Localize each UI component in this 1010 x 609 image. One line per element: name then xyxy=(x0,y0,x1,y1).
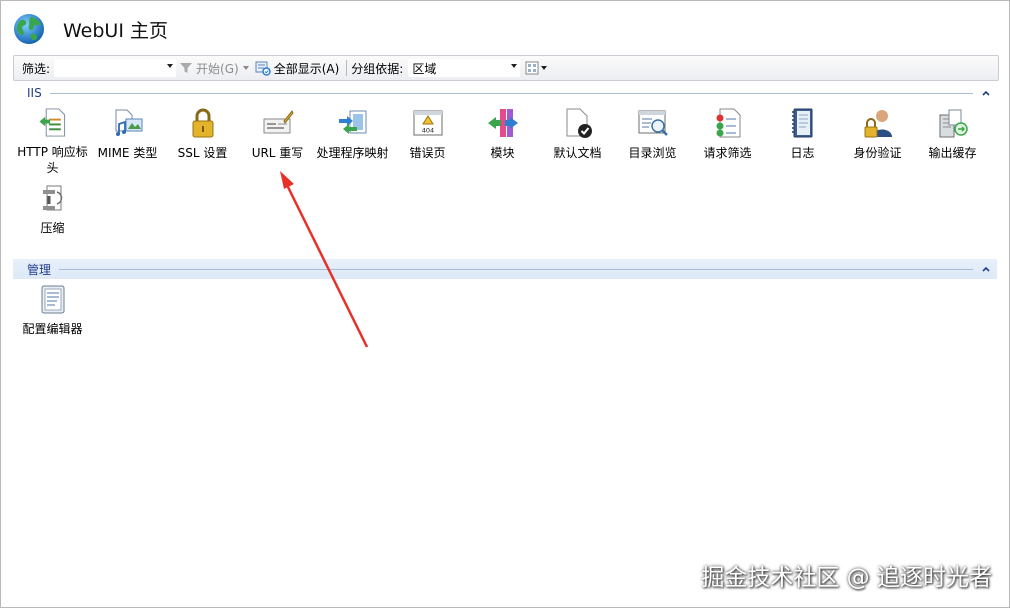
section-header-iis[interactable]: IIS xyxy=(13,83,997,103)
chevron-down-icon[interactable] xyxy=(511,64,518,68)
feature-configuration-editor[interactable]: 配置编辑器 xyxy=(15,277,90,352)
chevron-down-icon xyxy=(541,66,548,70)
features-iis: HTTP 响应标头 MIME 类型 SSL 设置 URL 重写 处理程序映射 4… xyxy=(15,101,995,251)
feature-label: 处理程序映射 xyxy=(316,146,389,160)
filter-label: 筛选: xyxy=(22,61,51,76)
section-header-management[interactable]: 管理 xyxy=(13,259,997,279)
chevron-down-icon[interactable] xyxy=(167,64,174,68)
section-divider xyxy=(49,92,973,94)
request-filtering-icon xyxy=(716,108,740,138)
feature-label: 输出缓存 xyxy=(928,146,977,160)
feature-authentication[interactable]: 身份验证 xyxy=(840,101,915,176)
iis-manager-window: WebUI 主页 筛选: 开始(G) 全部显示(A) 分组依据: 区域 IIS … xyxy=(0,0,1010,608)
directory-browsing-icon xyxy=(638,110,668,136)
feature-default-document[interactable]: 默认文档 xyxy=(540,101,615,176)
feature-mime-types[interactable]: MIME 类型 xyxy=(90,101,165,176)
view-icon xyxy=(525,61,539,75)
feature-request-filtering[interactable]: 请求筛选 xyxy=(690,101,765,176)
filter-input[interactable] xyxy=(54,59,177,77)
feature-label: URL 重写 xyxy=(251,146,304,160)
configuration-editor-icon xyxy=(41,285,64,314)
feature-url-rewrite[interactable]: URL 重写 xyxy=(240,101,315,176)
page-title: WebUI 主页 xyxy=(63,19,168,42)
section-divider xyxy=(59,268,973,270)
feature-label: 日志 xyxy=(790,146,815,160)
collapse-icon[interactable] xyxy=(981,88,991,98)
feature-label: 身份验证 xyxy=(853,146,902,160)
logging-icon xyxy=(791,108,812,138)
feature-label: MIME 类型 xyxy=(97,146,158,160)
watermark: 掘金技术社区 @ 追逐时光者 xyxy=(701,565,992,591)
start-filter-button[interactable]: 开始(G) xyxy=(176,58,252,78)
feature-logging[interactable]: 日志 xyxy=(765,101,840,176)
funnel-icon xyxy=(180,63,193,73)
feature-label: SSL 设置 xyxy=(177,146,228,160)
ssl-lock-icon xyxy=(192,108,213,138)
feature-output-caching[interactable]: 输出缓存 xyxy=(915,101,990,176)
globe-icon xyxy=(14,14,44,44)
feature-label: HTTP 响应标头 xyxy=(17,145,88,175)
feature-label: 默认文档 xyxy=(553,146,602,160)
feature-error-pages[interactable]: 404 错误页 xyxy=(390,101,465,176)
output-caching-icon xyxy=(939,109,968,138)
error-pages-icon: 404 xyxy=(413,110,442,136)
show-all-label: 全部显示(A) xyxy=(273,61,340,76)
chevron-down-icon xyxy=(242,66,249,70)
authentication-icon xyxy=(864,110,892,138)
collapse-icon[interactable] xyxy=(981,264,991,274)
group-by-label: 分组依据: xyxy=(351,61,404,76)
feature-label: 目录浏览 xyxy=(628,146,677,160)
page-header: WebUI 主页 xyxy=(13,11,168,47)
start-filter-label: 开始(G) xyxy=(196,61,239,76)
feature-compression[interactable]: 压缩 xyxy=(15,176,90,251)
feature-http-response-headers[interactable]: HTTP 响应标头 xyxy=(15,101,90,176)
default-document-icon xyxy=(566,108,592,138)
section-title: IIS xyxy=(27,86,42,100)
feature-handler-mappings[interactable]: 处理程序映射 xyxy=(315,101,390,176)
handler-mappings-icon xyxy=(338,110,366,134)
group-by-value: 区域 xyxy=(412,61,437,76)
section-title: 管理 xyxy=(27,262,52,277)
show-all-button[interactable]: 全部显示(A) xyxy=(252,58,343,78)
feature-directory-browsing[interactable]: 目录浏览 xyxy=(615,101,690,176)
svg-text:404: 404 xyxy=(421,127,433,135)
feature-label: 配置编辑器 xyxy=(22,322,83,336)
feature-modules[interactable]: 模块 xyxy=(465,101,540,176)
feature-label: 模块 xyxy=(490,146,515,160)
feature-ssl-settings[interactable]: SSL 设置 xyxy=(165,101,240,176)
url-rewrite-icon xyxy=(263,110,294,134)
group-by-select[interactable]: 区域 xyxy=(408,59,521,77)
feature-label: 错误页 xyxy=(409,146,446,160)
features-management: 配置编辑器 xyxy=(15,277,995,352)
compression-icon xyxy=(42,185,62,211)
toolbar-separator xyxy=(346,60,348,76)
view-mode-button[interactable] xyxy=(522,58,550,78)
mime-types-icon xyxy=(115,109,142,136)
modules-icon xyxy=(487,109,518,137)
http-response-headers-icon xyxy=(38,108,65,137)
feature-label: 请求筛选 xyxy=(703,146,752,160)
show-all-icon xyxy=(255,61,271,76)
filter-toolbar: 筛选: 开始(G) 全部显示(A) 分组依据: 区域 xyxy=(13,55,999,81)
feature-label: 压缩 xyxy=(40,221,65,235)
